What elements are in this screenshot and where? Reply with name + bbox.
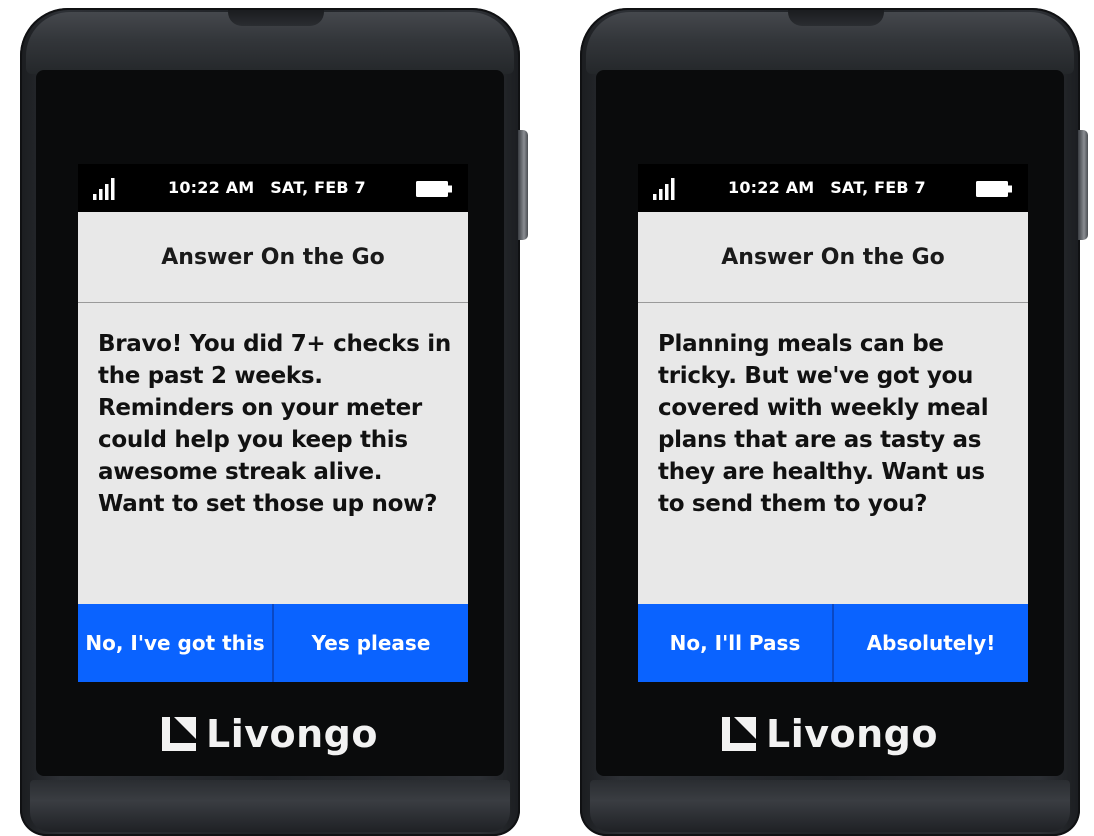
battery-icon — [416, 181, 452, 197]
side-button[interactable] — [1078, 130, 1088, 240]
response-buttons: No, I've got this Yes please — [78, 604, 468, 682]
status-bar: 10:22 AM SAT, FEB 7 — [638, 164, 1028, 212]
brand-logo: Livongo — [580, 706, 1080, 762]
device-top-cap — [586, 10, 1074, 74]
message-text: Bravo! You did 7+ checks in the past 2 w… — [98, 331, 451, 517]
status-datetime: 10:22 AM SAT, FEB 7 — [168, 178, 376, 197]
device-screen: 10:22 AM SAT, FEB 7 Answer On the Go Bra… — [78, 164, 468, 682]
livongo-logo-icon — [162, 717, 196, 751]
status-time: 10:22 AM — [168, 178, 255, 197]
signal-icon — [653, 178, 675, 200]
brand-name: Livongo — [766, 712, 938, 756]
device-top-notch — [788, 10, 884, 26]
brand-name: Livongo — [206, 712, 378, 756]
accept-button[interactable]: Yes please — [274, 604, 468, 682]
status-date: SAT, FEB 7 — [270, 178, 366, 197]
device-top-cap — [26, 10, 514, 74]
status-bar: 10:22 AM SAT, FEB 7 — [78, 164, 468, 212]
message-text: Planning meals can be tricky. But we've … — [658, 331, 989, 517]
status-datetime: 10:22 AM SAT, FEB 7 — [728, 178, 936, 197]
decline-button[interactable]: No, I'll Pass — [638, 604, 834, 682]
response-buttons: No, I'll Pass Absolutely! — [638, 604, 1028, 682]
signal-icon — [93, 178, 115, 200]
decline-button[interactable]: No, I've got this — [78, 604, 274, 682]
livongo-logo-icon — [722, 717, 756, 751]
side-button[interactable] — [518, 130, 528, 240]
battery-icon — [976, 181, 1012, 197]
meter-device-left: 10:22 AM SAT, FEB 7 Answer On the Go Bra… — [20, 8, 528, 836]
device-bottom-cap — [590, 780, 1070, 832]
status-time: 10:22 AM — [728, 178, 815, 197]
screen-title: Answer On the Go — [78, 212, 468, 303]
accept-button[interactable]: Absolutely! — [834, 604, 1028, 682]
device-top-notch — [228, 10, 324, 26]
meter-device-right: 10:22 AM SAT, FEB 7 Answer On the Go Pla… — [580, 8, 1088, 836]
screen-title: Answer On the Go — [638, 212, 1028, 303]
brand-logo: Livongo — [20, 706, 520, 762]
device-bottom-cap — [30, 780, 510, 832]
status-date: SAT, FEB 7 — [830, 178, 926, 197]
device-screen: 10:22 AM SAT, FEB 7 Answer On the Go Pla… — [638, 164, 1028, 682]
